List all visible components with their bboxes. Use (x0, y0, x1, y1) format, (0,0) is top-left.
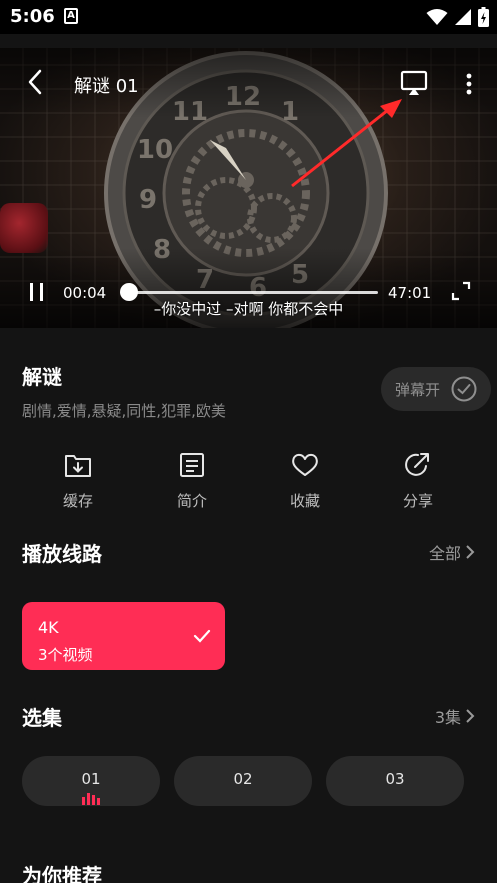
chevron-right-icon (466, 709, 475, 723)
show-title: 解谜 (22, 365, 62, 389)
episode-label: 02 (233, 770, 253, 788)
status-icons (426, 7, 489, 27)
route-count: 3个视频 (38, 646, 93, 664)
episode-button-02[interactable]: 02 (174, 756, 312, 806)
check-circle-icon (451, 376, 477, 402)
share-label: 分享 (402, 492, 433, 510)
notification-icon: A (64, 8, 78, 24)
episodes-count-label: 3集 (434, 708, 461, 727)
cache-label: 缓存 (62, 492, 93, 510)
status-bar: 5:06 A (0, 0, 497, 34)
share-button[interactable]: 分享 (378, 452, 458, 514)
heart-icon (292, 453, 318, 476)
document-icon (180, 453, 204, 477)
route-name: 4K (38, 618, 59, 637)
routes-title: 播放线路 (22, 542, 102, 566)
danmaku-label: 弹幕开 (395, 381, 441, 399)
signal-icon (455, 9, 471, 25)
episodes-all-link[interactable]: 3集 (435, 704, 475, 728)
show-tags: 剧情,爱情,悬疑,同性,犯罪,欧美 (22, 402, 226, 420)
routes-all-label: 全部 (428, 544, 461, 563)
seek-bar[interactable] (128, 291, 378, 294)
episode-button-01[interactable]: 01 (22, 756, 160, 806)
episode-label: 01 (81, 770, 101, 788)
danmaku-toggle[interactable]: 弹幕开 (381, 367, 491, 411)
status-time: 5:06 (10, 6, 55, 27)
intro-button[interactable]: 简介 (152, 452, 232, 514)
now-playing-icon (82, 793, 100, 805)
episode-label: 03 (385, 770, 405, 788)
action-bar: 缓存 简介 收藏 分享 (0, 452, 497, 514)
recommend-title: 为你推荐 (22, 864, 102, 883)
favorite-button[interactable]: 收藏 (265, 452, 345, 514)
routes-all-link[interactable]: 全部 (429, 540, 475, 564)
favorite-label: 收藏 (289, 492, 320, 510)
subtitle-text: –你没中过 –对啊 你都不会中 (153, 300, 344, 318)
cache-button[interactable]: 缓存 (38, 452, 118, 514)
route-card-4k[interactable]: 4K 3个视频 (22, 602, 225, 670)
episodes-title: 选集 (22, 706, 62, 730)
chevron-right-icon (466, 545, 475, 559)
intro-label: 简介 (176, 492, 207, 510)
check-icon (193, 629, 211, 643)
episode-button-03[interactable]: 03 (326, 756, 464, 806)
share-icon (405, 453, 429, 476)
download-folder-icon (65, 455, 91, 477)
video-player[interactable]: 11 12 1 10 9 8 7 6 5 解谜 01 00:04 47:01 (0, 48, 497, 328)
wifi-icon (426, 9, 448, 25)
battery-icon (478, 7, 489, 27)
